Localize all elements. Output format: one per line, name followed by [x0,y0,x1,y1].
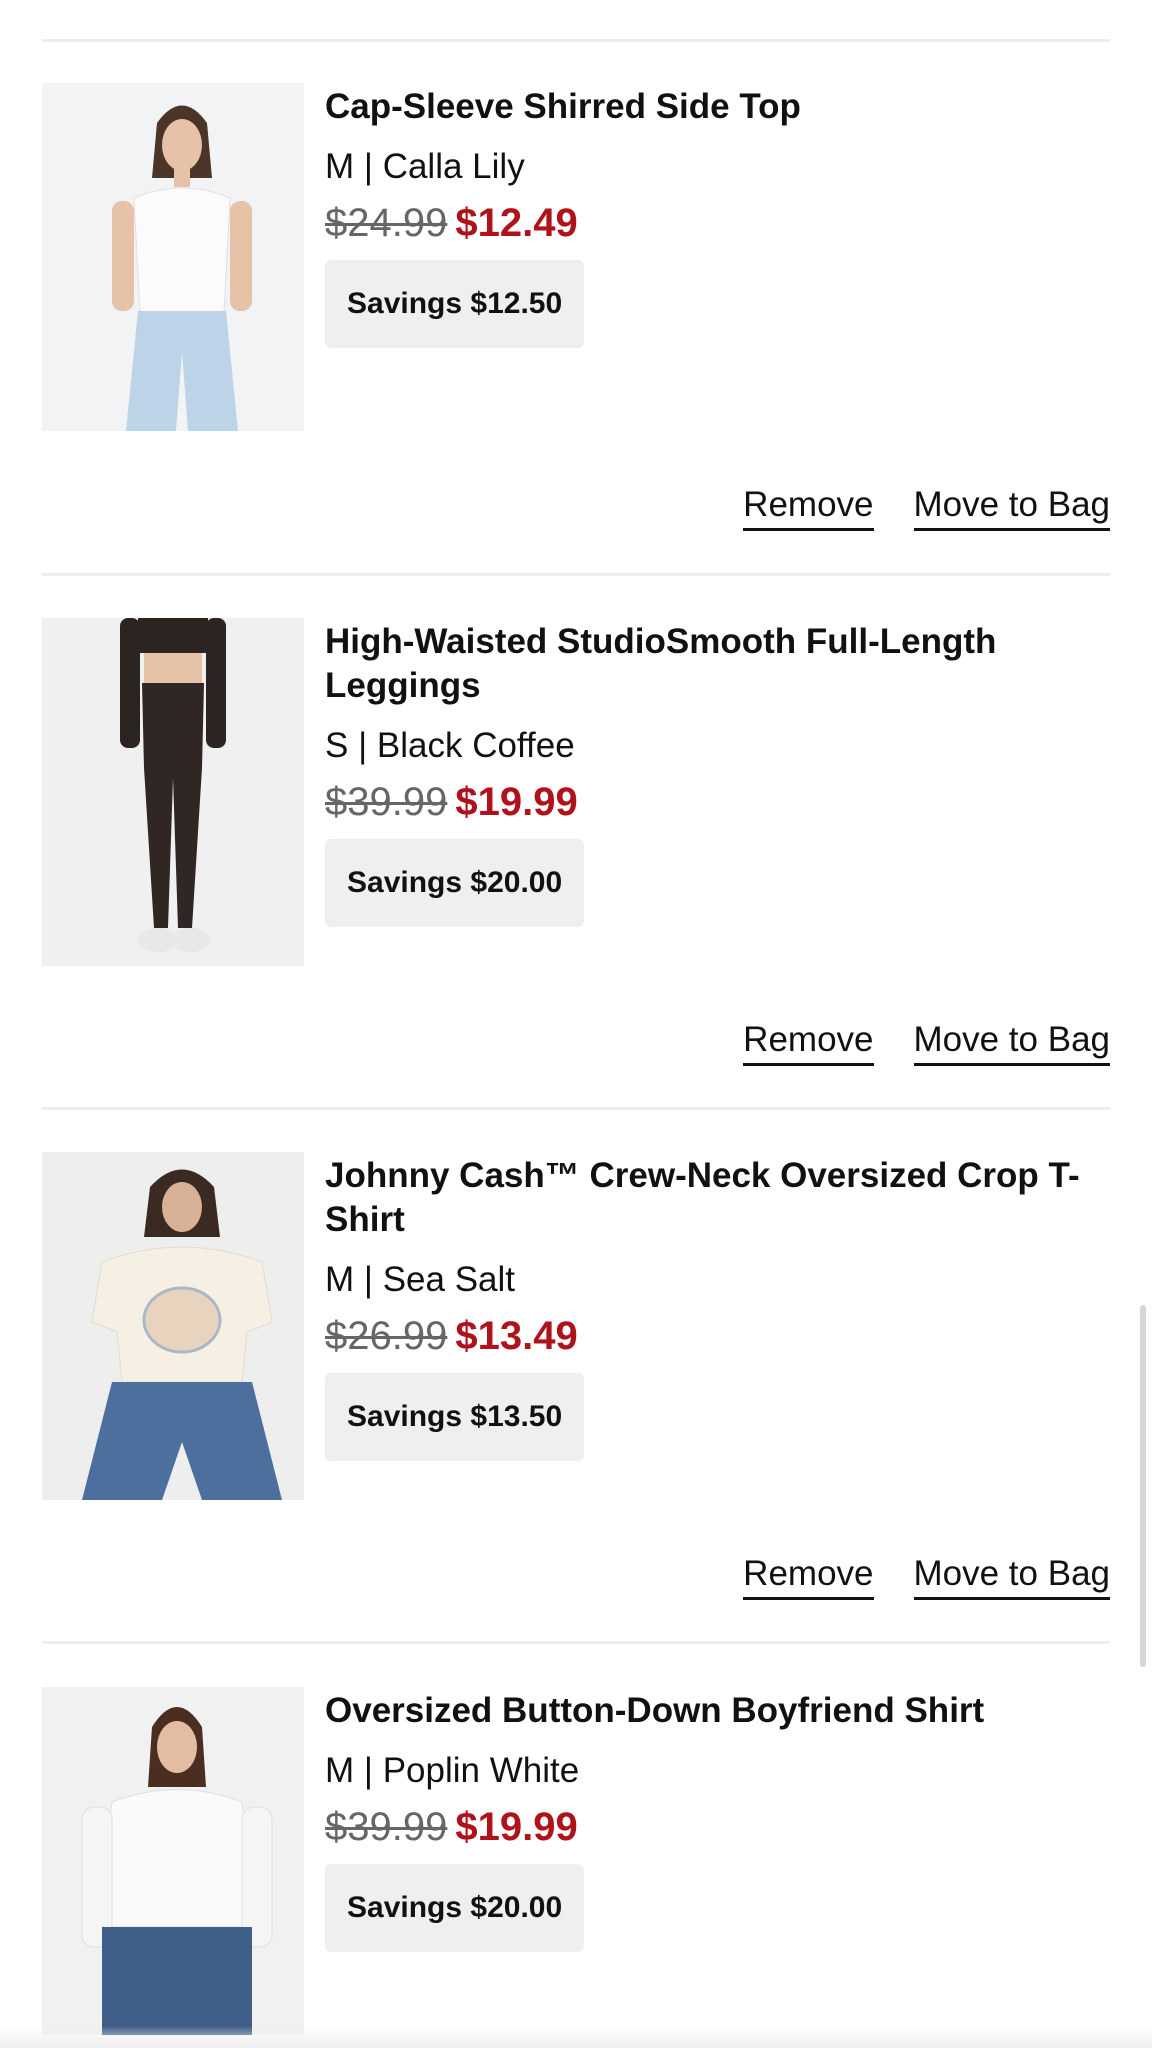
price-row: $39.99 $19.99 [325,779,1110,825]
move-to-bag-button[interactable]: Move to Bag [913,1554,1110,1600]
divider [42,1641,1110,1644]
savings-badge: Savings $13.50 [325,1373,585,1461]
product-variant: S | Black Coffee [325,726,575,765]
remove-button[interactable]: Remove [743,1554,874,1600]
product-photo-top [42,83,304,431]
product-image[interactable] [42,83,304,431]
product-title[interactable]: High-Waisted StudioSmooth Full-Length Le… [325,618,1110,708]
product-info: Cap-Sleeve Shirred Side Top M | Calla Li… [325,83,1110,348]
product-variant: M | Sea Salt [325,1260,516,1299]
move-to-bag-button[interactable]: Move to Bag [913,1020,1110,1066]
divider [42,39,1110,42]
item-actions: Remove Move to Bag [703,483,1110,531]
sale-price: $12.49 [455,201,578,245]
sale-price: $19.99 [455,1805,578,1849]
savings-badge: Savings $20.00 [325,839,585,927]
item-actions: Remove Move to Bag [703,1018,1110,1066]
product-title[interactable]: Oversized Button-Down Boyfriend Shirt [325,1687,1110,1733]
remove-button[interactable]: Remove [743,1020,874,1066]
product-title[interactable]: Johnny Cash™ Crew-Neck Oversized Crop T-… [325,1152,1110,1242]
remove-button[interactable]: Remove [743,485,874,531]
product-photo-leggings [42,618,304,966]
price-row: $24.99 $12.49 [325,200,1110,246]
savings-badge: Savings $20.00 [325,1864,585,1952]
bottom-fade [0,2026,1152,2048]
product-image[interactable] [42,1152,304,1500]
product-photo-tee [42,1152,304,1500]
product-image[interactable] [42,618,304,966]
original-price: $39.99 [325,780,448,824]
item-actions: Remove Move to Bag [703,1552,1110,1600]
product-variant: M | Poplin White [325,1751,580,1790]
product-info: Oversized Button-Down Boyfriend Shirt M … [325,1687,1110,1952]
wishlist-page: Cap-Sleeve Shirred Side Top M | Calla Li… [0,0,1152,2048]
product-title[interactable]: Cap-Sleeve Shirred Side Top [325,83,1110,129]
price-row: $26.99 $13.49 [325,1313,1110,1359]
product-info: High-Waisted StudioSmooth Full-Length Le… [325,618,1110,927]
scrollbar[interactable] [1140,1305,1146,1667]
sale-price: $19.99 [455,780,578,824]
move-to-bag-button[interactable]: Move to Bag [913,485,1110,531]
savings-badge: Savings $12.50 [325,260,585,348]
divider [42,1107,1110,1110]
product-photo-shirt [42,1687,304,2035]
original-price: $24.99 [325,201,448,245]
price-row: $39.99 $19.99 [325,1804,1110,1850]
product-info: Johnny Cash™ Crew-Neck Oversized Crop T-… [325,1152,1110,1461]
original-price: $39.99 [325,1805,448,1849]
product-variant: M | Calla Lily [325,147,525,186]
product-image[interactable] [42,1687,304,2035]
original-price: $26.99 [325,1314,448,1358]
divider [42,573,1110,576]
sale-price: $13.49 [455,1314,578,1358]
